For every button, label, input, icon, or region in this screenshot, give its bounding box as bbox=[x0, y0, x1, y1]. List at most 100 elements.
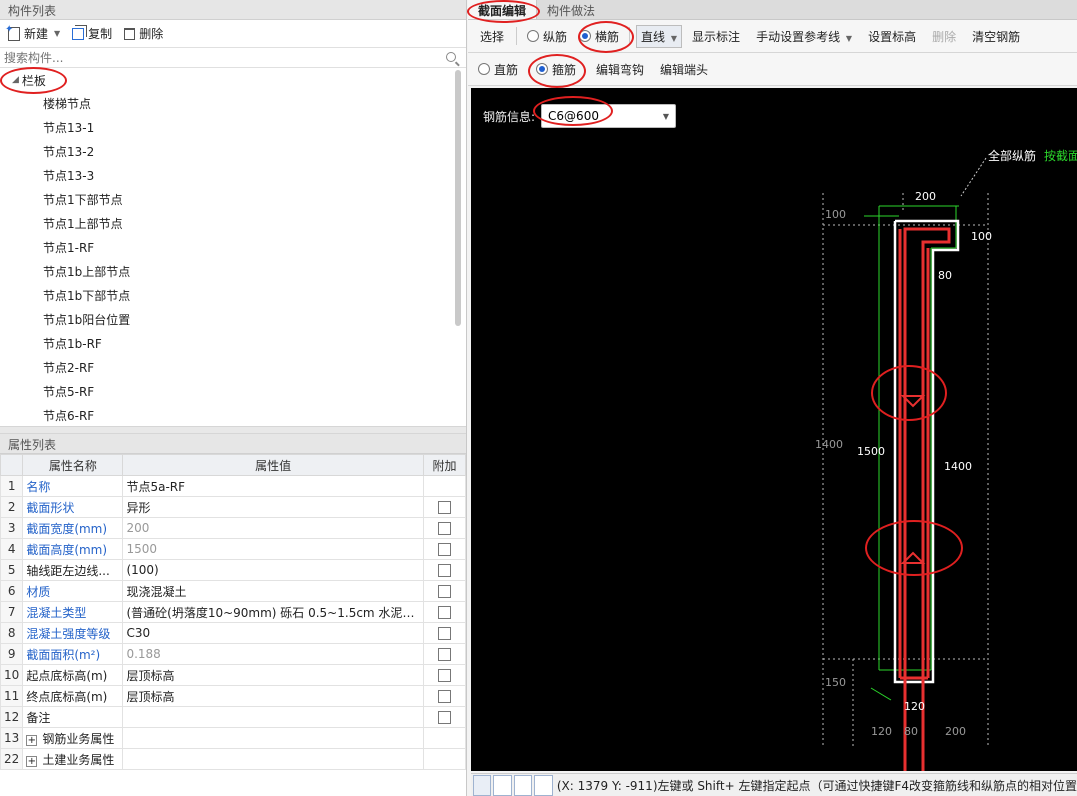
tree-item[interactable]: 节点13-3 bbox=[0, 164, 466, 188]
props-group-row[interactable]: 13 + 钢筋业务属性 bbox=[0, 727, 467, 749]
panel-splitter[interactable] bbox=[0, 426, 466, 434]
tree-item[interactable]: 节点6-RF bbox=[0, 404, 466, 426]
tree-item[interactable]: 节点5-RF bbox=[0, 380, 466, 404]
props-row-num: 5 bbox=[0, 559, 24, 581]
props-row[interactable]: 9 截面面积(m²) 0.188 bbox=[0, 643, 467, 665]
props-row-value[interactable]: 异形 bbox=[122, 496, 424, 518]
extra-checkbox[interactable] bbox=[437, 543, 451, 556]
tab-section-edit[interactable]: 截面编辑 bbox=[468, 0, 538, 19]
props-row[interactable]: 7 混凝土类型 (普通砼(坍落度10~90mm) 砾石 0.5~1.5cm 水泥32… bbox=[0, 601, 467, 623]
longitudinal-radio[interactable]: 纵筋 bbox=[523, 26, 571, 47]
props-row[interactable]: 10 起点底标高(m) 层顶标高 bbox=[0, 664, 467, 686]
tree-item[interactable]: 节点1上部节点 bbox=[0, 212, 466, 236]
delete-rebar-button[interactable]: 删除 bbox=[926, 26, 962, 47]
props-row[interactable]: 2 截面形状 异形 bbox=[0, 496, 467, 518]
right-panel: 截面编辑 构件做法 选择 纵筋 横筋 直线 ▼ 显示标注 手动设置参考线 ▼ 设… bbox=[468, 0, 1077, 796]
tree-item[interactable]: 楼梯节点 bbox=[0, 92, 466, 116]
perpendicular-icon[interactable] bbox=[513, 774, 533, 796]
tree-scrollbar[interactable] bbox=[455, 70, 461, 326]
props-row-value bbox=[122, 748, 424, 770]
tree-item[interactable]: 节点1b阳台位置 bbox=[0, 308, 466, 332]
extra-checkbox[interactable] bbox=[437, 501, 451, 514]
stirrup-rebar bbox=[898, 227, 951, 771]
tree-item[interactable]: 节点1b-RF bbox=[0, 332, 466, 356]
extra-checkbox[interactable] bbox=[437, 564, 451, 577]
copy-button[interactable]: 复制 bbox=[68, 23, 116, 44]
search-icon[interactable] bbox=[446, 52, 456, 62]
props-group-name[interactable]: + 土建业务属性 bbox=[22, 748, 124, 770]
new-button[interactable]: ✦ 新建 ▼ bbox=[4, 23, 64, 44]
props-row-value bbox=[122, 727, 424, 749]
edit-hook-button[interactable]: 编辑弯钩 bbox=[590, 59, 650, 80]
props-row[interactable]: 11 终点底标高(m) 层顶标高 bbox=[0, 685, 467, 707]
transverse-radio[interactable]: 横筋 bbox=[575, 26, 623, 47]
props-row-value[interactable]: 200 bbox=[122, 517, 424, 539]
line-mode-dropdown[interactable]: 直线 ▼ bbox=[636, 24, 683, 48]
props-row-extra bbox=[422, 496, 467, 518]
props-row-value[interactable]: (100) bbox=[122, 559, 424, 581]
collapse-triangle-icon[interactable]: ◢ bbox=[12, 75, 19, 85]
dim-1400-right: 1400 bbox=[944, 460, 972, 473]
add-point-icon[interactable] bbox=[534, 774, 553, 796]
props-row-value[interactable]: 层顶标高 bbox=[122, 685, 424, 707]
props-row-value[interactable]: 1500 bbox=[122, 538, 424, 560]
rebar-type-toolbar: 直筋 箍筋 编辑弯钩 编辑端头 bbox=[468, 53, 1077, 86]
longitudinal-label: 纵筋 bbox=[543, 29, 568, 44]
extra-checkbox[interactable] bbox=[437, 606, 451, 619]
edit-end-button[interactable]: 编辑端头 bbox=[654, 59, 714, 80]
line-snap-icon[interactable] bbox=[493, 774, 512, 796]
stirrup-radio[interactable]: 箍筋 bbox=[532, 59, 580, 80]
dim-120-bottom: 120 bbox=[871, 725, 892, 738]
show-dimension-button[interactable]: 显示标注 bbox=[686, 26, 746, 47]
tree-item[interactable]: 节点13-1 bbox=[0, 116, 466, 140]
props-group-label: 钢筋业务属性 bbox=[42, 731, 115, 746]
guide-tick-bottom bbox=[870, 687, 892, 701]
tree-item[interactable]: 节点1b下部节点 bbox=[0, 284, 466, 308]
extra-checkbox[interactable] bbox=[437, 648, 451, 661]
tree-item[interactable]: 节点13-2 bbox=[0, 140, 466, 164]
extra-checkbox[interactable] bbox=[437, 690, 451, 703]
props-row[interactable]: 8 混凝土强度等级 C30 bbox=[0, 622, 467, 644]
orthogonal-mode-icon[interactable] bbox=[473, 774, 492, 796]
extra-checkbox[interactable] bbox=[437, 669, 451, 682]
extra-checkbox[interactable] bbox=[437, 711, 451, 724]
extra-checkbox[interactable] bbox=[437, 585, 451, 598]
props-row-value[interactable]: 0.188 bbox=[122, 643, 424, 665]
props-group-row[interactable]: 22 + 土建业务属性 bbox=[0, 748, 467, 770]
extra-checkbox[interactable] bbox=[437, 627, 451, 640]
delete-button[interactable]: 删除 bbox=[120, 23, 167, 44]
tree-item[interactable]: 节点1-RF bbox=[0, 236, 466, 260]
set-elevation-button[interactable]: 设置标高 bbox=[862, 26, 922, 47]
props-row[interactable]: 5 轴线距左边线... (100) bbox=[0, 559, 467, 581]
select-button[interactable]: 选择 bbox=[474, 26, 510, 47]
props-row-value[interactable]: 节点5a-RF bbox=[122, 475, 424, 497]
tree-item[interactable]: 节点1下部节点 bbox=[0, 188, 466, 212]
props-row-value[interactable]: 层顶标高 bbox=[122, 664, 424, 686]
search-input[interactable] bbox=[4, 50, 434, 65]
props-row-value[interactable] bbox=[122, 706, 424, 728]
reference-line-dropdown[interactable]: 手动设置参考线 ▼ bbox=[750, 26, 858, 47]
tree-item[interactable]: 节点2-RF bbox=[0, 356, 466, 380]
props-row-name: 起点底标高(m) bbox=[22, 664, 124, 686]
drawing-canvas[interactable]: 钢筋信息: C6@600 ▼ 100 1400 150 120 80 200 2… bbox=[471, 88, 1077, 771]
props-row-value[interactable]: (普通砼(坍落度10~90mm) 砾石 0.5~1.5cm 水泥32... bbox=[122, 601, 424, 623]
extra-checkbox[interactable] bbox=[437, 522, 451, 535]
props-row-value[interactable]: C30 bbox=[122, 622, 424, 644]
props-row[interactable]: 3 截面宽度(mm) 200 bbox=[0, 517, 467, 539]
dim-1400-left: 1400 bbox=[815, 438, 843, 451]
props-row[interactable]: 4 截面高度(mm) 1500 bbox=[0, 538, 467, 560]
status-text: (X: 1379 Y: -911)左键或 Shift+ 左键指定起点（可通过快捷… bbox=[556, 778, 1077, 793]
props-row[interactable]: 12 备注 bbox=[0, 706, 467, 728]
tree-item[interactable]: 节点1b上部节点 bbox=[0, 260, 466, 284]
tab-component-method[interactable]: 构件做法 bbox=[537, 0, 605, 19]
props-row[interactable]: 6 材质 现浇混凝土 bbox=[0, 580, 467, 602]
clear-rebar-button[interactable]: 清空钢筋 bbox=[966, 26, 1026, 47]
expand-plus-icon[interactable]: + bbox=[26, 755, 38, 767]
expand-plus-icon[interactable]: + bbox=[26, 734, 38, 746]
props-group-name[interactable]: + 钢筋业务属性 bbox=[22, 727, 124, 749]
straight-rebar-radio[interactable]: 直筋 bbox=[474, 59, 522, 80]
props-row-value[interactable]: 现浇混凝土 bbox=[122, 580, 424, 602]
props-row-name: 混凝土强度等级 bbox=[22, 622, 124, 644]
tree-root-lanban[interactable]: ◢ 栏板 bbox=[0, 68, 466, 92]
props-row[interactable]: 1 名称 节点5a-RF bbox=[0, 475, 467, 497]
